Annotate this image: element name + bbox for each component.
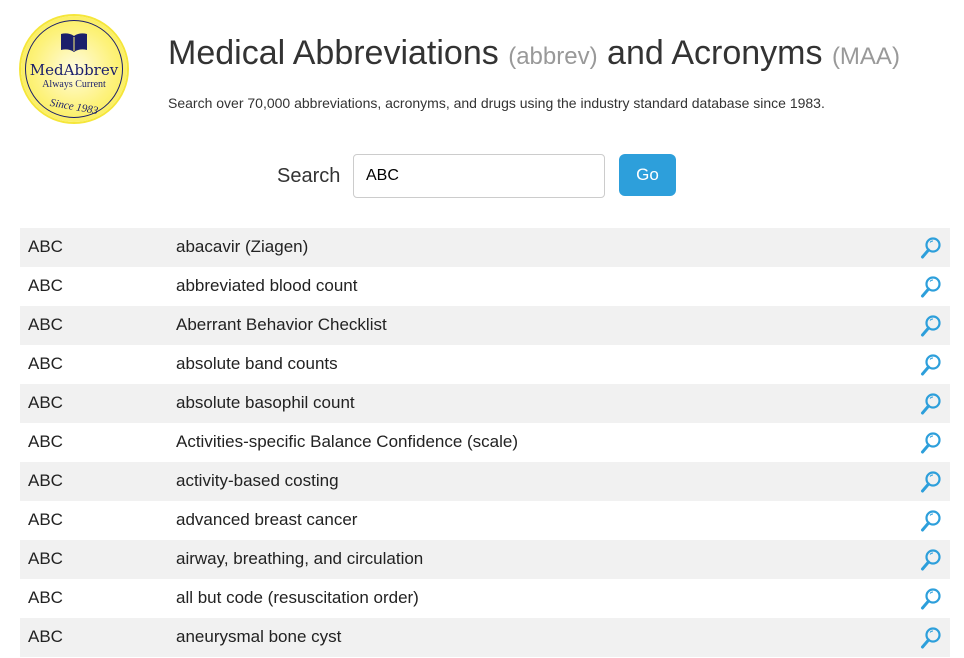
abbreviation[interactable]: ABC — [28, 510, 63, 530]
table-row[interactable]: ABC advanced breast cancer — [20, 501, 950, 540]
go-button[interactable]: Go — [619, 154, 676, 196]
definition[interactable]: absolute basophil count — [176, 393, 355, 413]
table-row[interactable]: ABC aneurysmal bone cyst — [20, 618, 950, 657]
abbreviation[interactable]: ABC — [28, 354, 63, 374]
table-row[interactable]: ABC all but code (resuscitation order) — [20, 579, 950, 618]
table-row[interactable]: ABC absolute basophil count — [20, 384, 950, 423]
abbreviation[interactable]: ABC — [28, 432, 63, 452]
results-table: ABC abacavir (Ziagen) ABC abbreviated blood… — [20, 228, 950, 657]
definition[interactable]: Activities-specific Balance Confidence (… — [176, 432, 518, 452]
subtitle: Search over 70,000 abbreviations, acrony… — [168, 95, 825, 111]
magnifier-icon[interactable] — [920, 548, 942, 572]
abbreviation[interactable]: ABC — [28, 588, 63, 608]
abbreviation[interactable]: ABC — [28, 627, 63, 647]
magnifier-icon[interactable] — [920, 275, 942, 299]
table-row[interactable]: ABC abacavir (Ziagen) — [20, 228, 950, 267]
table-row[interactable]: ABC airway, breathing, and circulation — [20, 540, 950, 579]
title-muted: (MAA) — [831, 43, 900, 70]
magnifier-icon[interactable] — [920, 626, 942, 650]
definition[interactable]: airway, breathing, and circulation — [176, 549, 423, 569]
search-label: Search — [277, 165, 341, 187]
magnifier-icon[interactable] — [920, 431, 942, 455]
definition[interactable]: aneurysmal bone cyst — [176, 627, 341, 647]
abbreviation[interactable]: ABC — [28, 315, 63, 335]
table-row[interactable]: ABC activity-based costing — [20, 462, 950, 501]
magnifier-icon[interactable] — [920, 509, 942, 533]
definition[interactable]: absolute band counts — [176, 354, 338, 374]
search-input[interactable] — [353, 154, 605, 198]
table-row[interactable]: ABC Activities-specific Balance Confidenc… — [20, 423, 950, 462]
title-part: and Acronyms — [607, 34, 823, 72]
title-part: Medical Abbreviations — [168, 34, 499, 72]
magnifier-icon[interactable] — [920, 587, 942, 611]
magnifier-icon[interactable] — [920, 392, 942, 416]
table-row[interactable]: ABC Aberrant Behavior Checklist — [20, 306, 950, 345]
book-icon — [61, 33, 87, 52]
magnifier-icon[interactable] — [920, 236, 942, 260]
page-title: Medical Abbreviations (abbrev) and Acron… — [168, 34, 900, 73]
definition[interactable]: advanced breast cancer — [176, 510, 357, 530]
table-row[interactable]: ABC absolute band counts — [20, 345, 950, 384]
abbreviation[interactable]: ABC — [28, 237, 63, 257]
magnifier-icon[interactable] — [920, 353, 942, 377]
magnifier-icon[interactable] — [920, 314, 942, 338]
medabbrev-logo[interactable]: MedAbbrev Always Current Since 1983 — [21, 16, 127, 122]
abbreviation[interactable]: ABC — [28, 471, 63, 491]
definition[interactable]: all but code (resuscitation order) — [176, 588, 419, 608]
abbreviation[interactable]: ABC — [28, 549, 63, 569]
definition[interactable]: abacavir (Ziagen) — [176, 237, 308, 257]
title-muted: (abbrev) — [508, 43, 598, 70]
logo-name: MedAbbrev — [29, 61, 119, 79]
logo-tagline: Always Current — [42, 79, 106, 90]
abbreviation[interactable]: ABC — [28, 393, 63, 413]
definition[interactable]: activity-based costing — [176, 471, 339, 491]
definition[interactable]: Aberrant Behavior Checklist — [176, 315, 387, 335]
definition[interactable]: abbreviated blood count — [176, 276, 357, 296]
table-row[interactable]: ABC abbreviated blood count — [20, 267, 950, 306]
abbreviation[interactable]: ABC — [28, 276, 63, 296]
magnifier-icon[interactable] — [920, 470, 942, 494]
